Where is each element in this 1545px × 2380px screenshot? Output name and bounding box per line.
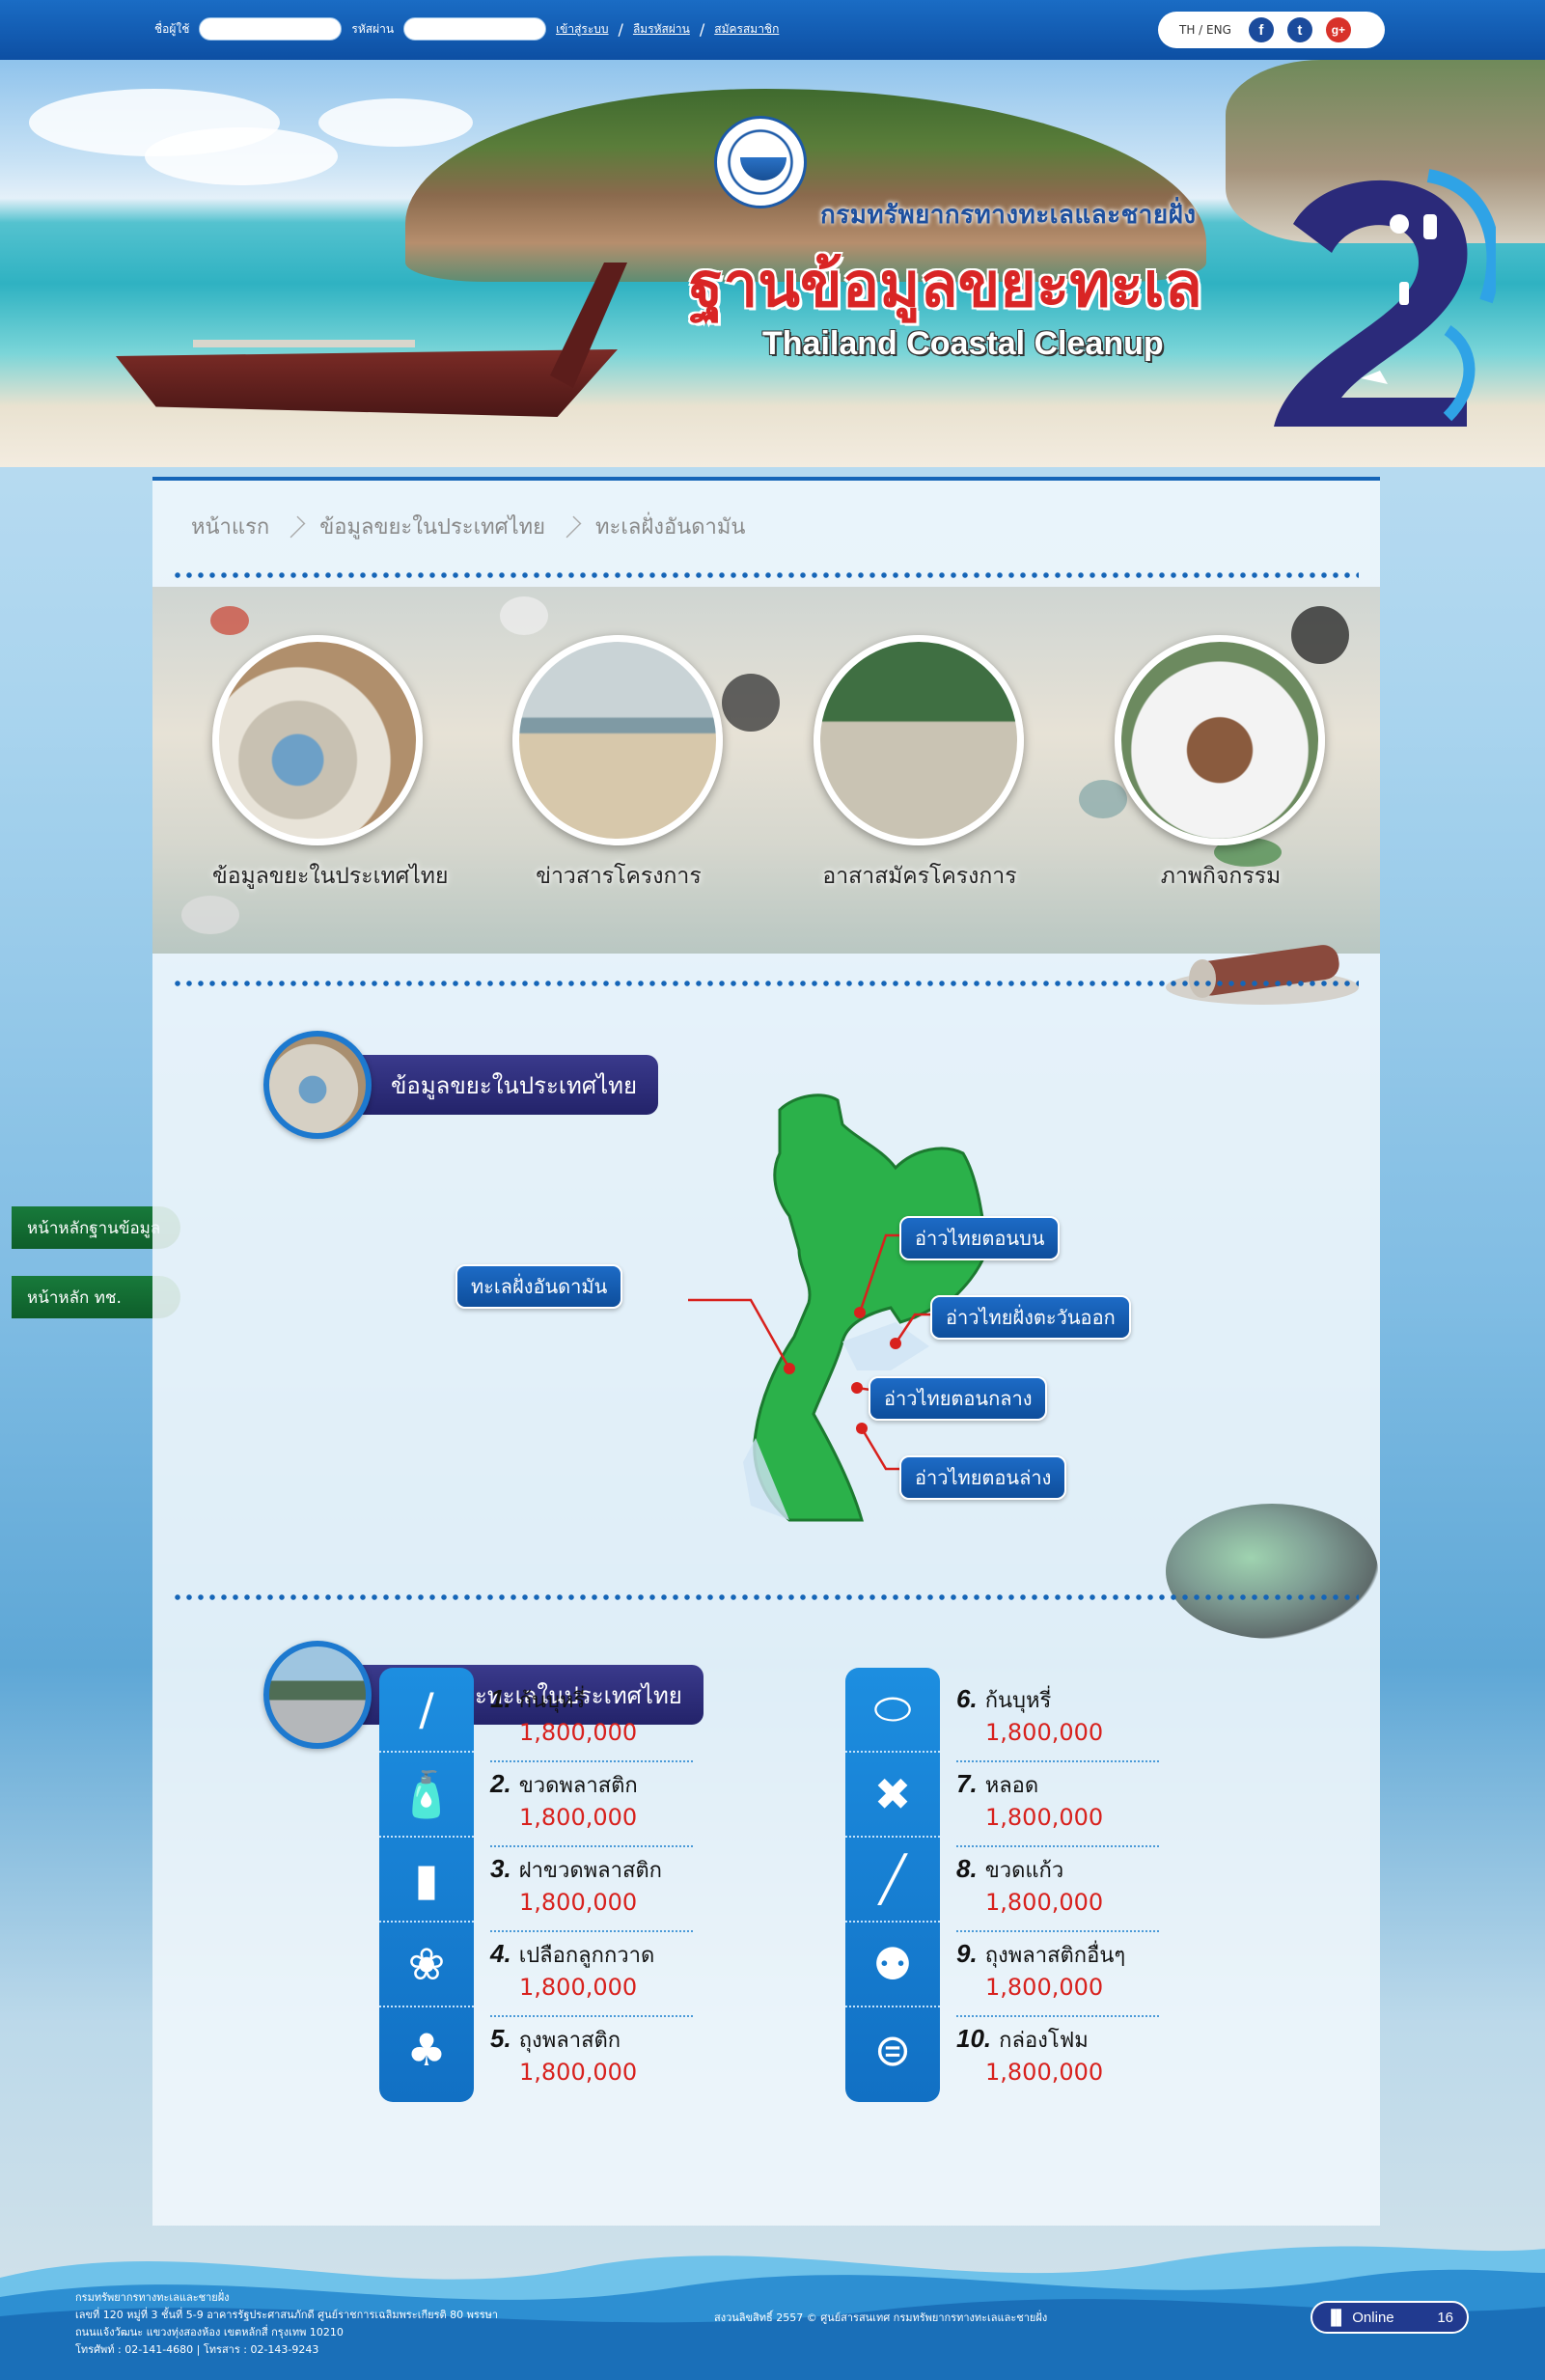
region-tag-eastern-gulf[interactable]: อ่าวไทยฝั่งตะวันออก [930, 1295, 1131, 1340]
menu-strip: ข้อมูลขยะในประเทศไทย ข่าวสารโครงการ อาสา… [152, 587, 1380, 954]
menu-circle-activities[interactable]: ภาพกิจกรรม [1115, 635, 1327, 894]
garbage-photo-icon [212, 635, 423, 845]
longtail-boat [116, 349, 618, 417]
hands-together-photo-icon [1115, 635, 1325, 845]
password-label: รหัสผ่าน [351, 21, 395, 36]
region-tag-andaman[interactable]: ทะเลฝั่งอันดามัน [455, 1264, 623, 1309]
login-form: ชื่อผู้ใช้ รหัสผ่าน เข้าสู่ระบบ / ลืมรหั… [154, 17, 779, 41]
volunteers-photo-icon [814, 635, 1024, 845]
facebook-icon[interactable]: f [1248, 17, 1274, 42]
site-title: ฐานข้อมูลขยะทะเล [689, 250, 1202, 321]
chevron-right-icon [559, 515, 582, 538]
chevron-right-icon [283, 515, 306, 538]
menu-circle-garbage-data[interactable]: ข้อมูลขยะในประเทศไทย [212, 635, 449, 894]
register-link[interactable]: สมัครสมาชิก [714, 20, 779, 39]
icon-bar: ⬭ ✖ ╱ ⚉ ⊜ [845, 1668, 940, 2102]
list-item: 7. หลอด 1,800,000 [956, 1762, 1159, 1847]
region-tag-lower-gulf[interactable]: อ่าวไทยตอนล่าง [899, 1455, 1067, 1500]
footer-address-line: เลขที่ 120 หมู่ที่ 3 ชั้นที่ 5-9 อาคารรั… [75, 2309, 499, 2321]
cloud [318, 98, 473, 147]
cigarette-icon: ∕ [379, 1668, 474, 1753]
footer-address-line: ถนนแจ้งวัฒนะ แขวงทุ่งสองห้อง เขตหลักสี่ … [75, 2326, 344, 2338]
plastic-bag-icon: ♣ [406, 2024, 447, 2076]
menu-circle-volunteers[interactable]: อาสาสมัครโครงการ [814, 635, 1026, 894]
separator: / [699, 19, 705, 39]
online-counter: ▐▌ Online 16 [1310, 2301, 1469, 2334]
beach-cleanup-photo-icon [512, 635, 723, 845]
foam-box-icon: ⊜ [873, 2024, 912, 2076]
twitter-icon[interactable]: t [1286, 17, 1312, 42]
language-switch[interactable]: TH / ENG [1179, 23, 1231, 37]
list-item: 8. ขวดแก้ว 1,800,000 [956, 1847, 1159, 1932]
rusty-pipe-decoration [1166, 945, 1359, 1005]
username-label: ชื่อผู้ใช้ [154, 21, 190, 36]
list-item: 2. ขวดพลาสติก 1,800,000 [490, 1762, 693, 1847]
footer-address: กรมทรัพยากรทางทะเลและชายฝั่ง เลขที่ 120 … [75, 2289, 498, 2359]
region-tag-central-gulf[interactable]: อ่าวไทยตอนกลาง [869, 1376, 1048, 1421]
department-name: กรมทรัพยากรทางทะเลและชายฝั่ง [820, 201, 1197, 230]
menu-circle-label: ภาพกิจกรรม [1160, 864, 1282, 889]
googleplus-icon[interactable]: g+ [1325, 17, 1351, 42]
login-link[interactable]: เข้าสู่ระบบ [556, 20, 609, 39]
username-input[interactable] [199, 17, 343, 41]
list-item: 5. ถุงพลาสติก 1,800,000 [490, 2024, 638, 2086]
glass-bottle-icon: ╱ [845, 1838, 940, 1923]
breadcrumb-item[interactable]: หน้าแรก [191, 510, 269, 543]
department-seal-logo [714, 116, 807, 208]
debris [181, 896, 239, 934]
bar-chart-icon: ▐▌ [1326, 2309, 1347, 2326]
breadcrumb-item[interactable]: ข้อมูลขยะในประเทศไทย [319, 510, 545, 543]
debris [722, 674, 780, 732]
dotted-divider [172, 572, 1359, 578]
entries-list: 6. ก้นบุหรี่ 1,800,000 7. หลอด 1,800,000 8. ข… [956, 1677, 1159, 2102]
online-label: Online [1352, 2309, 1394, 2326]
site-subtitle: Thailand Coastal Cleanup [762, 325, 1164, 362]
cloud [145, 127, 338, 185]
list-item: 6. ก้นบุหรี่ 1,800,000 [956, 1677, 1159, 1762]
garbage-thumb-icon [263, 1031, 372, 1139]
region-tag-upper-gulf[interactable]: อ่าวไทยตอนบน [899, 1216, 1061, 1260]
coastal-cleanup-logo [1274, 169, 1496, 427]
list-item: 4. เปลือกลูกกวาด 1,800,000 [490, 1932, 693, 2017]
dotted-divider [172, 1594, 1359, 1600]
other-bag-icon: ⚉ [845, 1923, 940, 2007]
plate-icon: ⬭ [845, 1668, 940, 1753]
debris [210, 606, 249, 635]
breadcrumb: หน้าแรก ข้อมูลขยะในประเทศไทย ทะเลฝั่งอัน… [191, 510, 745, 543]
top-bar: ชื่อผู้ใช้ รหัสผ่าน เข้าสู่ระบบ / ลืมรหั… [0, 0, 1545, 60]
language-social-box: TH / ENG f t g+ [1158, 12, 1385, 48]
entries-list: 1. ก้นบุหรี่ 1,800,000 2. ขวดพลาสติก 1,800,0… [490, 1677, 693, 2102]
plastic-bottle-icon: 🧴 [379, 1753, 474, 1838]
bottle-cap-icon: ▮ [379, 1838, 474, 1923]
list-item: 10. กล่องโฟม 1,800,000 [956, 2024, 1104, 2086]
forgot-password-link[interactable]: ลืมรหัสผ่าน [633, 20, 690, 39]
plastic-rock-decoration [1166, 1504, 1378, 1639]
separator: / [618, 19, 623, 39]
coast-thumb-icon [263, 1641, 372, 1749]
candy-wrapper-icon: ❀ [379, 1923, 474, 2007]
debris [500, 596, 548, 635]
dotted-divider [172, 981, 1359, 986]
password-input[interactable] [403, 17, 547, 41]
menu-circle-label: ข่าวสารโครงการ [536, 864, 702, 889]
list-item: 3. ฝาขวดพลาสติก 1,800,000 [490, 1847, 693, 1932]
footer-org: กรมทรัพยากรทางทะเลและชายฝั่ง [75, 2291, 230, 2304]
online-count: 16 [1437, 2309, 1453, 2326]
icon-bar: ∕ 🧴 ▮ ❀ ♣ [379, 1668, 474, 2102]
list-item: 9. ถุงพลาสติกอื่นๆ 1,800,000 [956, 1932, 1159, 2017]
straw-icon: ✖ [845, 1753, 940, 1838]
main-panel: หน้าแรก ข้อมูลขยะในประเทศไทย ทะเลฝั่งอัน… [152, 477, 1380, 2226]
boat-roof [193, 340, 415, 347]
menu-circle-label: ข้อมูลขยะในประเทศไทย [212, 864, 449, 889]
list-item: 1. ก้นบุหรี่ 1,800,000 [490, 1677, 693, 1762]
section-title: ข้อมูลขยะในประเทศไทย [343, 1055, 659, 1115]
breadcrumb-item: ทะเลฝั่งอันดามัน [595, 515, 746, 540]
copyright: สงวนลิขสิทธิ์ 2557 © ศูนย์สารสนเทศ กรมทร… [714, 2311, 1048, 2324]
menu-circle-news[interactable]: ข่าวสารโครงการ [512, 635, 725, 894]
menu-circle-label: อาสาสมัครโครงการ [822, 864, 1017, 889]
section-header-thailand-data: ข้อมูลขยะในประเทศไทย [263, 1031, 659, 1139]
footer-phone: โทรศัพท์ : 02-141-4680 | โทรสาร : 02-143… [75, 2343, 319, 2356]
hero-banner: กรมทรัพยากรทางทะเลและชายฝั่ง ฐานข้อมูลขย… [0, 60, 1545, 467]
